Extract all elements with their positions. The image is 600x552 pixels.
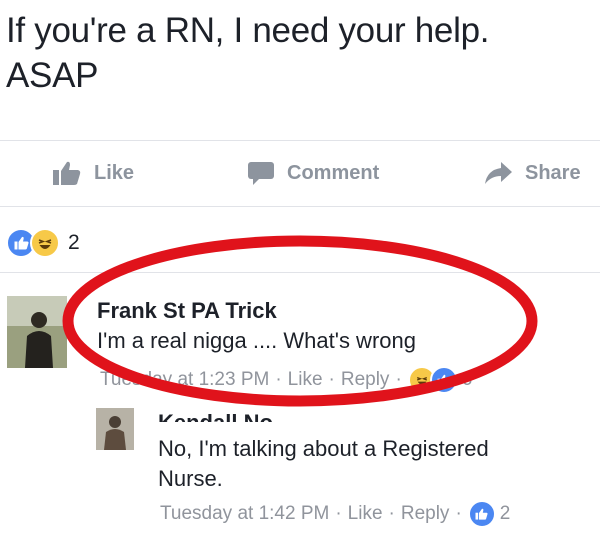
separator-dot: · [455, 503, 462, 524]
reply-text-line1: No, I'm talking about a Registered [158, 436, 489, 461]
share-arrow-icon [483, 160, 513, 186]
post-action-bar: Like Comment Share [0, 151, 600, 195]
red-annotation-circle [62, 235, 538, 407]
reply-avatar[interactable] [96, 408, 134, 450]
post-text: If you're a RN, I need your help. ASAP [6, 8, 586, 98]
reply-reaction-count[interactable]: 2 [500, 503, 511, 525]
post-text-line2: ASAP [6, 56, 99, 95]
commenter-avatar[interactable] [7, 296, 67, 368]
reply-like-link[interactable]: Like [348, 503, 383, 525]
haha-reaction-icon [30, 228, 60, 258]
separator-dot: · [388, 503, 395, 524]
comment-button[interactable]: Comment [247, 151, 379, 195]
divider [0, 140, 600, 141]
comment-button-label: Comment [287, 161, 380, 184]
like-button[interactable]: Like [52, 151, 134, 195]
reply-meta: Tuesday at 1:42 PM · Like · Reply · 2 [160, 500, 510, 528]
thumbs-up-icon [52, 160, 82, 186]
reply-reply-link[interactable]: Reply [401, 503, 450, 525]
post-text-line1: If you're a RN, I need your help. [6, 11, 490, 50]
like-button-label: Like [94, 161, 135, 184]
reply-author-name[interactable]: Kendall No... [158, 408, 291, 422]
reply-text: No, I'm talking about a Registered Nurse… [158, 434, 489, 494]
share-button[interactable]: Share [483, 151, 581, 195]
reply-text-line2: Nurse. [158, 466, 223, 491]
share-button-label: Share [525, 161, 581, 184]
like-reaction-icon [467, 500, 496, 528]
comment-icon [247, 160, 275, 186]
reply-timestamp[interactable]: Tuesday at 1:42 PM [160, 503, 329, 525]
separator-dot: · [335, 503, 342, 524]
divider [0, 206, 600, 207]
